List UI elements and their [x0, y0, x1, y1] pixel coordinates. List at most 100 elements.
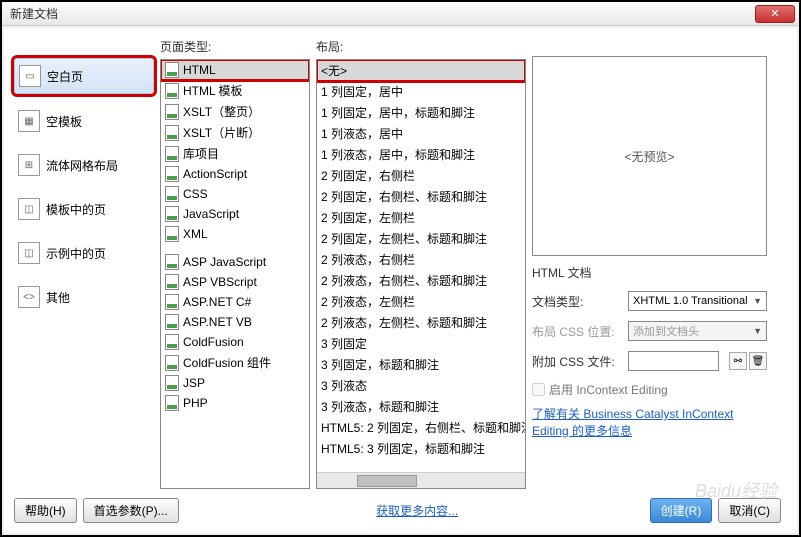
sidebar-item-label: 流体网格布局: [46, 157, 118, 174]
file-icon: [165, 206, 179, 222]
page-icon: ▭: [19, 65, 41, 87]
page-type-item-label: ASP VBScript: [183, 275, 257, 289]
page-type-item-label: HTML 模板: [183, 82, 243, 99]
file-icon: [165, 314, 179, 330]
file-icon: [165, 274, 179, 290]
close-button[interactable]: ✕: [755, 5, 795, 23]
file-icon: [165, 254, 179, 270]
cancel-button[interactable]: 取消(C): [718, 498, 781, 523]
layout-item[interactable]: 2 列液态，左侧栏、标题和脚注: [317, 312, 525, 333]
create-button[interactable]: 创建(R): [650, 498, 713, 523]
page-type-item[interactable]: ActionScript: [161, 164, 309, 184]
get-more-content-link[interactable]: 获取更多内容...: [376, 502, 458, 519]
page-type-item[interactable]: ASP VBScript: [161, 272, 309, 292]
layout-item[interactable]: 1 列固定，居中: [317, 81, 525, 102]
titlebar: 新建文档 ✕: [2, 2, 799, 26]
layout-item[interactable]: HTML5: 2 列固定，右侧栏、标题和脚注: [317, 417, 525, 438]
doctype-select[interactable]: XHTML 1.0 Transitional ▼: [628, 291, 767, 311]
page-type-item[interactable]: 库项目: [161, 143, 309, 164]
layout-item[interactable]: 2 列液态，右侧栏: [317, 249, 525, 270]
other-icon: <>: [18, 286, 40, 308]
layout-item[interactable]: <无>: [317, 60, 525, 81]
trash-icon: 🗑: [752, 356, 765, 367]
page-type-item[interactable]: ColdFusion: [161, 332, 309, 352]
page-type-item-label: JavaScript: [183, 207, 239, 221]
page-type-header: 页面类型:: [160, 38, 310, 55]
page-type-item[interactable]: JSP: [161, 373, 309, 393]
remove-css-button[interactable]: 🗑: [749, 352, 767, 370]
page-type-item-label: XSLT（片断）: [183, 124, 260, 141]
chevron-down-icon: ▼: [753, 296, 762, 306]
sidebar-item-template-page[interactable]: ◫ 模板中的页: [14, 192, 154, 226]
layout-css-value: 添加到文档头: [633, 323, 699, 339]
page-type-item[interactable]: ColdFusion 组件: [161, 352, 309, 373]
layout-item[interactable]: 2 列液态，左侧栏: [317, 291, 525, 312]
preview-caption: HTML 文档: [532, 264, 767, 281]
page-type-item[interactable]: CSS: [161, 184, 309, 204]
page-type-item[interactable]: PHP: [161, 393, 309, 413]
horizontal-scrollbar[interactable]: [317, 472, 525, 488]
page-type-column: 页面类型: HTML HTML 模板 XSLT（整页） XSLT（片断） 库项目 Acti…: [160, 38, 310, 498]
layout-item[interactable]: 3 列固定: [317, 333, 525, 354]
file-icon: [165, 146, 179, 162]
layout-item[interactable]: 2 列固定，右侧栏、标题和脚注: [317, 186, 525, 207]
link-icon: ⚯: [734, 356, 742, 367]
file-icon: [165, 166, 179, 182]
page-type-item-label: CSS: [183, 187, 208, 201]
page-type-item-label: ASP JavaScript: [183, 255, 266, 269]
page-type-item-label: HTML: [183, 63, 216, 77]
layout-item[interactable]: 3 列液态: [317, 375, 525, 396]
layout-item[interactable]: 2 列固定，右侧栏: [317, 165, 525, 186]
layout-listbox[interactable]: <无>1 列固定，居中1 列固定，居中，标题和脚注1 列液态，居中1 列液态，居…: [316, 59, 526, 489]
page-type-item[interactable]: HTML 模板: [161, 80, 309, 101]
file-icon: [165, 83, 179, 99]
file-icon: [165, 355, 179, 371]
page-type-listbox[interactable]: HTML HTML 模板 XSLT（整页） XSLT（片断） 库项目 ActionScri…: [160, 59, 310, 489]
page-type-item[interactable]: ASP.NET C#: [161, 292, 309, 312]
sidebar-item-fluid-grid[interactable]: ⊞ 流体网格布局: [14, 148, 154, 182]
help-button[interactable]: 帮助(H): [14, 498, 77, 523]
sidebar-item-blank-template[interactable]: ▦ 空模板: [14, 104, 154, 138]
sidebar-item-label: 其他: [46, 289, 70, 306]
layout-item[interactable]: 3 列液态，标题和脚注: [317, 396, 525, 417]
attach-css-input[interactable]: [628, 351, 719, 371]
fluid-icon: ⊞: [18, 154, 40, 176]
file-icon: [165, 186, 179, 202]
page-type-item[interactable]: HTML: [161, 60, 309, 80]
page-type-item-label: ActionScript: [183, 167, 247, 181]
layout-item[interactable]: 2 列固定，左侧栏: [317, 207, 525, 228]
page-type-item[interactable]: XSLT（整页）: [161, 101, 309, 122]
close-icon: ✕: [770, 7, 779, 20]
sample-page-icon: ◫: [18, 242, 40, 264]
enable-ice-label: 启用 InContext Editing: [549, 381, 668, 398]
scroll-thumb[interactable]: [357, 475, 417, 487]
page-type-item[interactable]: ASP.NET VB: [161, 312, 309, 332]
file-icon: [165, 226, 179, 242]
page-type-item[interactable]: XML: [161, 224, 309, 244]
layout-item[interactable]: 1 列液态，居中: [317, 123, 525, 144]
file-icon: [165, 62, 179, 78]
chevron-down-icon: ▼: [753, 326, 762, 336]
sidebar-item-blank-page[interactable]: ▭ 空白页: [14, 58, 154, 94]
layout-item[interactable]: 1 列固定，居中，标题和脚注: [317, 102, 525, 123]
layout-item[interactable]: 1 列液态，居中，标题和脚注: [317, 144, 525, 165]
page-type-item[interactable]: ASP JavaScript: [161, 252, 309, 272]
layout-item[interactable]: 2 列液态，右侧栏、标题和脚注: [317, 270, 525, 291]
ice-learn-more-link[interactable]: 了解有关 Business Catalyst InContext Editing…: [532, 406, 767, 440]
page-type-item-label: ColdFusion 组件: [183, 354, 271, 371]
layout-header: 布局:: [316, 38, 526, 55]
page-type-item[interactable]: XSLT（片断）: [161, 122, 309, 143]
preferences-button[interactable]: 首选参数(P)...: [83, 498, 179, 523]
file-icon: [165, 395, 179, 411]
file-icon: [165, 104, 179, 120]
sidebar-item-sample-page[interactable]: ◫ 示例中的页: [14, 236, 154, 270]
page-type-item[interactable]: JavaScript: [161, 204, 309, 224]
layout-item[interactable]: 3 列固定，标题和脚注: [317, 354, 525, 375]
page-type-item-label: XSLT（整页）: [183, 103, 260, 120]
sidebar-item-other[interactable]: <> 其他: [14, 280, 154, 314]
layout-item[interactable]: HTML5: 3 列固定，标题和脚注: [317, 438, 525, 459]
page-type-item-label: ASP.NET VB: [183, 315, 252, 329]
link-css-button[interactable]: ⚯: [729, 352, 747, 370]
sidebar-item-label: 空白页: [47, 68, 83, 85]
layout-item[interactable]: 2 列固定，左侧栏、标题和脚注: [317, 228, 525, 249]
